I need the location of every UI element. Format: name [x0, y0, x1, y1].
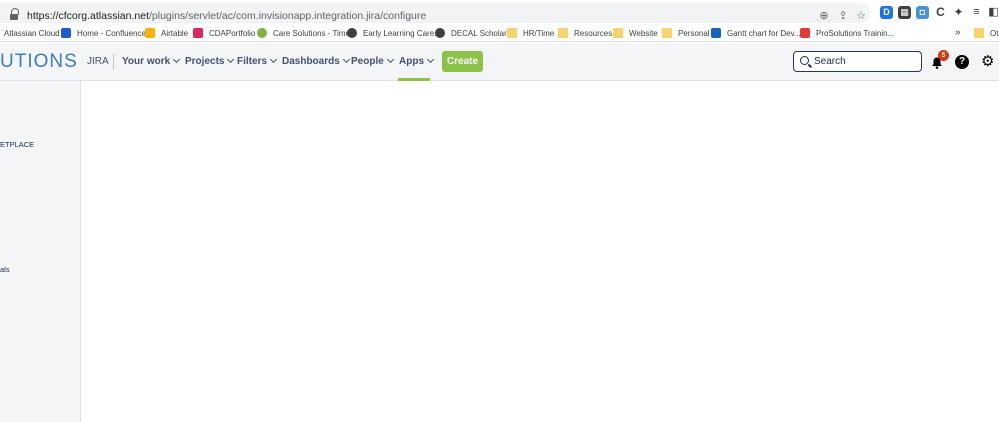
portfolio-icon — [193, 28, 203, 38]
bookmark-other[interactable]: Oth — [974, 27, 999, 40]
brand-logo[interactable]: UTIONS — [0, 51, 78, 73]
star-icon[interactable]: ☆ — [854, 9, 868, 23]
bookmark-prosolutions[interactable]: ProSolutions Trainin... — [800, 27, 894, 40]
address-bar: https://cfcorg.atlassian.net/plugins/ser… — [0, 0, 999, 25]
nav-divider — [113, 54, 114, 70]
search-input[interactable]: Search — [793, 51, 922, 72]
prosolutions-icon — [800, 28, 810, 38]
gantt-icon — [711, 28, 721, 38]
main-content — [81, 81, 999, 422]
chevron-down-icon — [386, 55, 394, 64]
nav-apps[interactable]: Apps — [399, 55, 435, 67]
nav-your-work[interactable]: Your work — [122, 55, 181, 67]
nav-filters[interactable]: Filters — [237, 55, 278, 67]
url-text[interactable]: https://cfcorg.atlassian.net/plugins/ser… — [27, 10, 426, 22]
folder-icon — [507, 28, 517, 38]
chevron-down-icon — [173, 55, 181, 64]
bookmark-personal[interactable]: Personal — [662, 27, 710, 40]
jira-top-nav: UTIONS JIRA Your work Projects Filters D… — [0, 43, 999, 81]
nav-people[interactable]: People — [351, 55, 394, 67]
sidebar-marketplace-heading: ETPLACE — [0, 140, 35, 149]
sidebar-item-partial[interactable]: als — [0, 265, 10, 274]
extension-d-icon[interactable]: D — [880, 6, 893, 19]
globe-icon — [435, 28, 445, 38]
extension-camera-icon[interactable]: ◘ — [916, 6, 929, 19]
search-icon — [800, 56, 809, 65]
reading-list-icon[interactable]: ≡ — [970, 6, 983, 19]
sidebar-toggle-icon[interactable]: ◧ — [987, 6, 999, 19]
bookmark-gantt-chart[interactable]: Gantt chart for Dev... — [711, 27, 801, 40]
chevron-down-icon — [426, 55, 435, 64]
folder-icon — [662, 28, 672, 38]
globe-icon — [347, 28, 357, 38]
bookmark-cdaportfolio[interactable]: CDAPortfolio — [193, 27, 255, 40]
bookmarks-more-button[interactable]: » — [955, 27, 961, 38]
product-label: JIRA — [87, 56, 109, 67]
nav-projects[interactable]: Projects — [185, 55, 235, 67]
help-icon[interactable]: ? — [955, 55, 969, 69]
chevron-down-icon — [342, 55, 350, 64]
sidebar: ETPLACE als — [0, 81, 81, 422]
notification-count-badge[interactable]: 5 — [938, 50, 949, 61]
bookmark-resources[interactable]: Resources — [558, 27, 612, 40]
folder-icon — [558, 28, 568, 38]
omnibox[interactable]: https://cfcorg.atlassian.net/plugins/ser… — [0, 3, 870, 23]
folder-icon — [974, 28, 984, 38]
create-button[interactable]: Create — [442, 51, 483, 72]
bookmark-hr-time[interactable]: HR/Time — [507, 27, 554, 40]
folder-icon — [613, 28, 623, 38]
confluence-icon — [61, 28, 71, 38]
airtable-icon — [145, 28, 155, 38]
chevron-down-icon — [269, 55, 278, 64]
settings-gear-icon[interactable]: ⚙ — [981, 54, 994, 69]
zoom-icon[interactable]: ⊕ — [817, 9, 831, 23]
nav-dashboards[interactable]: Dashboards — [282, 55, 350, 67]
bookmark-website[interactable]: Website — [613, 27, 658, 40]
chevron-down-icon — [227, 55, 235, 64]
bookmark-home-confluence[interactable]: Home - Confluence — [61, 27, 146, 40]
lock-icon[interactable] — [10, 8, 19, 21]
extensions-puzzle-icon[interactable]: ✦ — [952, 6, 965, 19]
extension-c-icon[interactable]: C — [934, 6, 947, 19]
bookmark-airtable[interactable]: Airtable — [145, 27, 188, 40]
bookmark-care-solutions[interactable]: Care Solutions - Time — [257, 27, 350, 40]
share-icon[interactable]: ⇪ — [836, 9, 850, 23]
bookmark-decal-scholars[interactable]: DECAL Scholars — [435, 27, 511, 40]
bookmark-atlassian-cloud[interactable]: Atlassian Cloud — [4, 27, 60, 40]
bookmarks-bar: Atlassian Cloud Home - Confluence Airtab… — [0, 25, 999, 42]
care-icon — [257, 28, 267, 38]
extension-grid-icon[interactable]: ▦ — [898, 6, 911, 19]
bookmark-early-learning[interactable]: Early Learning Care... — [347, 27, 441, 40]
